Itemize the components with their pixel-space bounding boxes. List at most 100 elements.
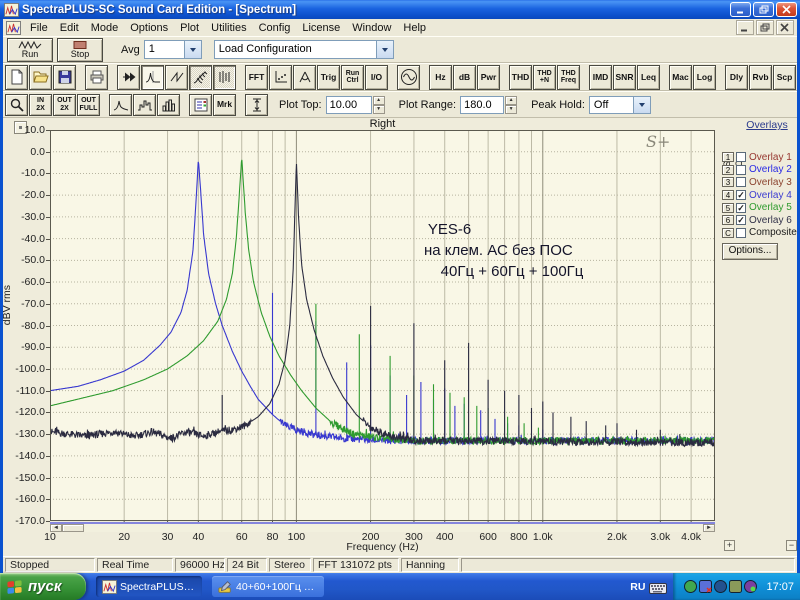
overlay-set-button-4[interactable]: 4 xyxy=(722,190,734,201)
close-button[interactable] xyxy=(776,2,797,17)
overlay-checkbox-1[interactable] xyxy=(736,152,746,163)
overlays-header-link[interactable]: Overlays xyxy=(736,119,798,131)
zoom-button[interactable] xyxy=(5,93,28,116)
avg-combobox[interactable]: 1 xyxy=(143,40,202,59)
mdi-restore-button[interactable] xyxy=(756,20,774,35)
overlay-checkbox-3[interactable] xyxy=(736,177,746,188)
keyboard-icon[interactable] xyxy=(649,581,668,594)
zoom-in-plot-button[interactable]: + xyxy=(724,540,735,551)
leq-button[interactable]: Leq xyxy=(637,64,660,90)
overlay-checkbox-5[interactable]: ✓ xyxy=(736,202,746,213)
signal-generator-button[interactable] xyxy=(397,64,420,90)
menu-item-edit[interactable]: Edit xyxy=(54,21,85,35)
spin-up-icon[interactable]: ▲ xyxy=(372,95,385,105)
peak-hold-dropdown-button[interactable] xyxy=(632,96,650,113)
thd-freq-button[interactable]: THD Freq xyxy=(557,64,580,90)
cursor-button[interactable] xyxy=(245,93,268,116)
menu-item-config[interactable]: Config xyxy=(253,21,297,35)
scroll-left-button[interactable]: ◄ xyxy=(50,524,62,532)
overlay-set-button-1[interactable]: 1 xyxy=(722,152,734,163)
open-file-button[interactable] xyxy=(29,64,52,90)
menu-item-utilities[interactable]: Utilities xyxy=(205,21,252,35)
tray-icon-4[interactable] xyxy=(729,580,743,593)
overlay-set-button-3[interactable]: 3 xyxy=(722,177,734,188)
load-configuration-combobox[interactable]: Load Configuration xyxy=(213,40,394,59)
scaling-button[interactable] xyxy=(269,64,292,90)
scrollbar-track[interactable] xyxy=(84,524,703,532)
peak-curve-button[interactable] xyxy=(109,93,132,116)
plot-range-spinner[interactable]: ▲ ▼ xyxy=(505,95,518,114)
spin-up-icon[interactable]: ▲ xyxy=(505,95,518,105)
plot-top-spinner[interactable]: ▲ ▼ xyxy=(372,95,385,114)
snr-button[interactable]: SNR xyxy=(613,64,636,90)
taskbar-task[interactable]: 40+60+100Гц с ПОС... xyxy=(212,576,324,597)
plot-top-input[interactable] xyxy=(325,95,372,114)
frequency-button[interactable]: Hz xyxy=(429,64,452,90)
imd-button[interactable]: IMD xyxy=(589,64,612,90)
overlay-set-button-2[interactable]: 2 xyxy=(722,164,734,175)
run-control-button[interactable]: Run Ctrl xyxy=(341,64,364,90)
menu-item-help[interactable]: Help xyxy=(397,21,432,35)
fft-settings-button[interactable]: FFT xyxy=(245,64,268,90)
config-dropdown-button[interactable] xyxy=(375,41,393,58)
spectrum-view-button[interactable] xyxy=(141,64,164,90)
spectrogram-view-button[interactable] xyxy=(213,64,236,90)
plot-canvas[interactable] xyxy=(50,130,715,526)
language-indicator[interactable]: RU xyxy=(630,581,645,593)
spin-down-icon[interactable]: ▼ xyxy=(372,104,385,114)
io-button[interactable]: I/O xyxy=(365,64,388,90)
fast-forward-button[interactable] xyxy=(117,64,140,90)
decibels-button[interactable]: dB xyxy=(453,64,476,90)
save-button[interactable] xyxy=(53,64,76,90)
zoom-out-full-button[interactable]: OUT FULL xyxy=(77,93,100,116)
avg-dropdown-button[interactable] xyxy=(183,41,201,58)
mdi-minimize-button[interactable] xyxy=(736,20,754,35)
display-options-button[interactable] xyxy=(189,93,212,116)
overlay-set-button-5[interactable]: 5 xyxy=(722,202,734,213)
waterfall-view-button[interactable] xyxy=(189,64,212,90)
mdi-close-button[interactable] xyxy=(776,20,794,35)
trigger-button[interactable]: Trig xyxy=(317,64,340,90)
overlay-set-button-6[interactable]: 6 xyxy=(722,215,734,226)
spin-down-icon[interactable]: ▼ xyxy=(505,104,518,114)
tray-icon-2[interactable] xyxy=(699,580,713,593)
menu-item-window[interactable]: Window xyxy=(346,21,397,35)
zoom-out-plot-button[interactable]: − xyxy=(786,540,797,551)
restore-button[interactable] xyxy=(753,2,774,17)
overlay-checkbox-6[interactable]: ✓ xyxy=(736,215,746,226)
thd-button[interactable]: THD xyxy=(509,64,532,90)
tray-icon-3[interactable] xyxy=(714,580,728,593)
menu-item-license[interactable]: License xyxy=(296,21,346,35)
thd-n-button[interactable]: THD +N xyxy=(533,64,556,90)
tray-icon-5[interactable] xyxy=(744,580,758,593)
delay-button[interactable]: Dly xyxy=(725,64,748,90)
power-button[interactable]: Pwr xyxy=(477,64,500,90)
menu-item-file[interactable]: File xyxy=(24,21,54,35)
run-button[interactable]: Run xyxy=(7,37,53,62)
taskbar-task[interactable]: SpectraPLUS-SC Sou... xyxy=(96,576,202,597)
markers-button[interactable]: Mrk xyxy=(213,93,236,116)
scrollbar-thumb[interactable] xyxy=(62,524,84,532)
minimize-button[interactable] xyxy=(730,2,751,17)
calibration-button[interactable] xyxy=(293,64,316,90)
histogram-button[interactable] xyxy=(157,93,180,116)
macro-button[interactable]: Mac xyxy=(669,64,692,90)
log-button[interactable]: Log xyxy=(693,64,716,90)
scroll-right-button[interactable]: ► xyxy=(703,524,715,532)
reverb-button[interactable]: Rvb xyxy=(749,64,772,90)
menu-item-options[interactable]: Options xyxy=(124,21,174,35)
stop-button[interactable]: Stop xyxy=(57,37,103,62)
zoom-out-2x-button[interactable]: OUT 2X xyxy=(53,93,76,116)
step-curve-button[interactable] xyxy=(133,93,156,116)
overlay-checkbox-4[interactable]: ✓ xyxy=(736,190,746,201)
print-button[interactable] xyxy=(85,64,108,90)
taskbar-clock[interactable]: 17:07 xyxy=(766,581,794,593)
scope-button[interactable]: Scp xyxy=(773,64,796,90)
peak-hold-combobox[interactable]: Off xyxy=(588,95,651,114)
plot-horizontal-scrollbar[interactable]: ◄ ► xyxy=(50,522,715,532)
menu-item-mode[interactable]: Mode xyxy=(85,21,125,35)
new-document-button[interactable] xyxy=(5,64,28,90)
overlay-checkbox-2[interactable] xyxy=(736,164,746,175)
overlay-checkbox-c[interactable] xyxy=(736,227,746,238)
time-series-view-button[interactable] xyxy=(165,64,188,90)
